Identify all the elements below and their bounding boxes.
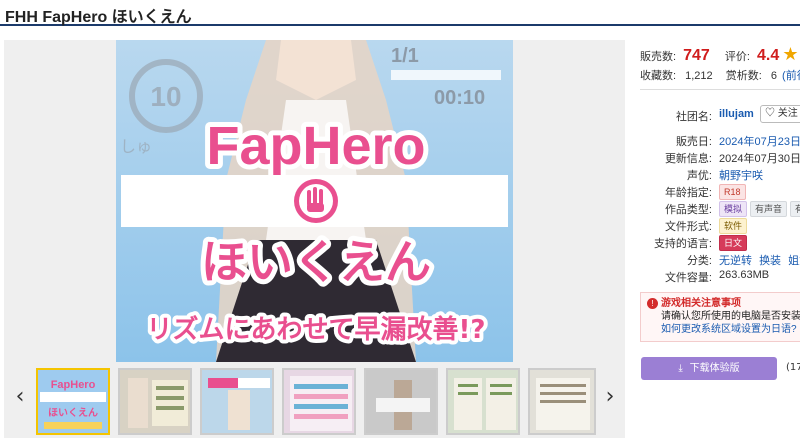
notice-link[interactable]: 如何更改系统区域设置为日语? [661, 324, 797, 335]
age-tag[interactable]: R18 [719, 184, 746, 200]
thumbnail-4[interactable] [282, 368, 356, 435]
sales-label: 販売数: [640, 51, 677, 63]
category-label: 分类: [686, 255, 712, 267]
size-label: 文件容量: [664, 272, 712, 284]
stats-divider [640, 89, 800, 90]
update-value: 2024年07月30日 [719, 153, 800, 165]
review-value: 6 [770, 70, 777, 82]
circle-label: 社团名: [675, 111, 712, 123]
download-trial-button[interactable]: ⤓ 下载体验版 [641, 357, 777, 380]
star-icon: ★ [782, 44, 799, 64]
thumbnail-strip: ‹ FapHero ほいくえん › [4, 366, 625, 438]
collect-row: 收藏数: 1,212 赏析数: 6 (前往 [640, 67, 800, 83]
follow-button[interactable]: ♡ 关注 [760, 105, 800, 123]
rating-value: 4.4 [757, 47, 780, 64]
prev-arrow-icon[interactable]: ‹ [8, 382, 32, 412]
language-tag[interactable]: 日文 [719, 235, 748, 251]
type-label: 作品类型: [664, 204, 712, 216]
voice-link[interactable]: 朝野宇咲 [719, 170, 763, 182]
voice-label: 声优: [686, 170, 712, 182]
thumbnail-2[interactable] [118, 368, 192, 435]
download-icon: ⤓ [678, 363, 683, 374]
image-gallery: 10 しゅ 1/1 00:10 FapHero FapHero ほいくえん ほい… [4, 40, 625, 438]
thumbnail-1[interactable]: FapHero ほいくえん [36, 368, 110, 435]
type-tag-3[interactable]: 有音 [790, 201, 800, 217]
format-label: 文件形式: [664, 221, 712, 233]
title-line1: FapHero [206, 116, 425, 176]
download-label: 下载体验版 [689, 363, 740, 374]
heart-icon: ♡ [765, 108, 775, 119]
countdown-text: 10 [150, 81, 181, 112]
main-image-art: 10 しゅ 1/1 00:10 FapHero FapHero ほいくえん ほい… [116, 40, 513, 362]
subtitle: リズムにあわせて早漏改善!? [147, 314, 486, 345]
category-link-2[interactable]: 换装 [759, 255, 781, 267]
download-count: (17 [786, 362, 800, 373]
format-tag[interactable]: 软件 [719, 218, 748, 234]
title-bar: FHH FapHero ほいくえん [0, 0, 800, 26]
type-tag-1[interactable]: 模拟 [719, 201, 748, 217]
notice-title: 游戏相关注意事项 [661, 298, 741, 309]
thumbnail-6[interactable] [446, 368, 520, 435]
size-value: 263.63MB [719, 269, 770, 281]
release-date-link[interactable]: 2024年07月23日 [719, 136, 800, 148]
collect-value: 1,212 [685, 70, 713, 82]
review-link[interactable]: (前往 [782, 70, 800, 82]
next-arrow-icon[interactable]: › [598, 382, 622, 412]
update-label: 更新信息: [664, 153, 712, 165]
sales-value: 747 [683, 47, 710, 64]
svg-text:FapHero: FapHero [51, 379, 96, 391]
thumbnail-7[interactable] [528, 368, 596, 435]
review-label: 赏析数: [725, 70, 762, 82]
thumbnail-3[interactable] [200, 368, 274, 435]
collect-label: 收藏数: [640, 70, 677, 82]
svg-text:ほいくえん: ほいくえん [48, 407, 98, 419]
timer-text: 00:10 [434, 87, 485, 109]
age-label: 年龄指定: [664, 187, 712, 199]
page-title: FHH FapHero ほいくえん [5, 9, 192, 26]
counter-text: 1/1 [391, 45, 419, 67]
sales-row: 販売数: 747 评价: 4.4 ★ [640, 44, 798, 65]
main-image[interactable]: 10 しゅ 1/1 00:10 FapHero FapHero ほいくえん ほい… [116, 40, 513, 362]
type-tag-2[interactable]: 有声音 [750, 201, 788, 217]
side-text: しゅ [120, 139, 152, 156]
category-link-3[interactable]: 姐姐 [788, 255, 800, 267]
language-label: 支持的语言: [653, 238, 712, 250]
notice-line1: 请确认您所使用的电脑是否安装了 [661, 311, 800, 322]
warning-icon: ! [647, 298, 658, 309]
thumbnail-5[interactable] [364, 368, 438, 435]
release-label: 販売日: [675, 136, 712, 148]
category-link-1[interactable]: 无逆转 [719, 255, 752, 267]
game-notice: ! 游戏相关注意事项 请确认您所使用的电脑是否安装了 如何更改系统区域设置为日语? [640, 292, 800, 342]
follow-label: 关注 [777, 108, 798, 119]
circle-link[interactable]: illujam [719, 108, 754, 120]
title-line2: ほいくえん [201, 235, 431, 289]
rating-label: 评价: [724, 51, 750, 63]
